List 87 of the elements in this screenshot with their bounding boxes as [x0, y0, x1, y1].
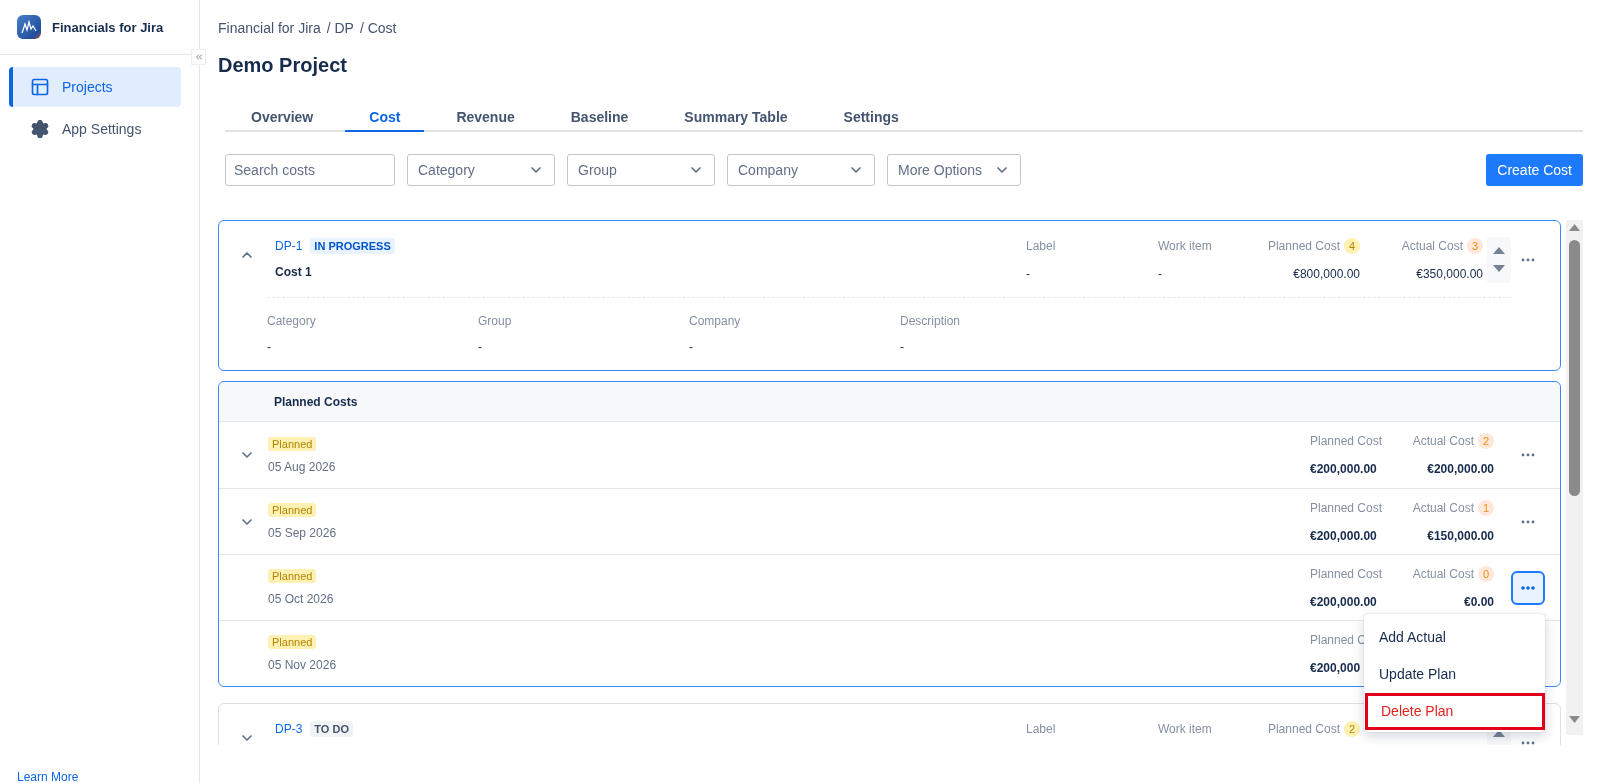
- planned-cost-value: €200,000.00: [1310, 527, 1377, 545]
- column-label: Planned Cost: [1267, 722, 1340, 736]
- page-title: Demo Project: [218, 53, 348, 78]
- column-label: Actual Cost: [1412, 566, 1474, 581]
- search-field[interactable]: Search costs: [225, 154, 395, 186]
- work-item-value: -: [1158, 266, 1162, 283]
- app-logo: [17, 15, 41, 39]
- learn-more-link[interactable]: Learn More: [0, 770, 79, 783]
- count-badge: 3: [1467, 238, 1483, 254]
- status-lozenge: IN PROGRESS: [310, 238, 395, 254]
- count-badge: 2: [1344, 721, 1360, 737]
- more-actions-button[interactable]: [1511, 570, 1545, 605]
- column-label: Label: [1026, 238, 1056, 255]
- detail-value: -: [689, 339, 694, 356]
- more-icon: [1521, 258, 1535, 262]
- status-tag: Planned: [268, 569, 317, 583]
- plan-date: 05 Aug 2026: [268, 459, 337, 474]
- plan-date: 05 Nov 2026: [268, 658, 338, 672]
- settings-icon: [30, 119, 50, 139]
- count-badge: 4: [1344, 238, 1360, 254]
- label-value: -: [1026, 266, 1030, 283]
- count-badge: 1: [1478, 499, 1494, 516]
- column-label: Work item: [1158, 238, 1212, 255]
- tab[interactable]: Summary Table: [660, 102, 812, 132]
- actual-cost-value: €350,000.00: [1416, 266, 1483, 283]
- count-badge: 0: [1478, 565, 1494, 582]
- cost-name: Cost 1: [275, 265, 313, 279]
- detail-value: -: [478, 339, 483, 356]
- actual-cost-value: €200,000.00: [1427, 461, 1494, 478]
- status-lozenge: TO DO: [310, 721, 353, 737]
- detail-label: Company: [689, 313, 742, 330]
- menu-item[interactable]: Update Plan: [1364, 655, 1545, 693]
- menu-item[interactable]: Delete Plan: [1365, 692, 1545, 730]
- breadcrumb-link[interactable]: Financial for Jira: [218, 18, 321, 38]
- column-label: Actual Cost: [1401, 239, 1463, 253]
- detail-label: Category: [267, 313, 317, 330]
- column-label: Planned Cost: [1310, 433, 1383, 450]
- issue-key-link[interactable]: DP-1: [275, 239, 303, 253]
- tab[interactable]: Settings: [819, 102, 923, 132]
- tab[interactable]: Baseline: [546, 102, 653, 132]
- filter-dropdown[interactable]: Company: [727, 154, 875, 186]
- count-badge: 2: [1478, 433, 1494, 449]
- reorder-arrows-icon[interactable]: [1487, 237, 1511, 283]
- column-label: Actual Cost: [1412, 434, 1474, 448]
- plan-date: 05 Oct 2026: [268, 592, 335, 606]
- filter-dropdown[interactable]: Category: [407, 154, 555, 186]
- filter-dropdown[interactable]: Group: [567, 154, 715, 186]
- planned-cost-value: €800,000.00: [1293, 266, 1360, 283]
- filter-dropdown[interactable]: More Options: [887, 154, 1021, 186]
- detail-label: Group: [478, 313, 513, 330]
- more-icon: [1521, 519, 1535, 524]
- scrollbar-drawing[interactable]: [1566, 220, 1583, 735]
- panel-heading: Planned Costs: [219, 382, 1560, 422]
- column-label: Work item: [1158, 721, 1212, 738]
- actual-cost-value: €150,000.00: [1427, 527, 1494, 545]
- status-tag: Planned: [268, 635, 317, 649]
- planned-cost-value: €200,000: [1310, 659, 1361, 677]
- detail-label: Description: [900, 313, 962, 330]
- planned-cost-value: €200,000.00: [1310, 461, 1377, 478]
- issue-key-link[interactable]: DP-3: [275, 722, 303, 736]
- menu-item[interactable]: Add Actual: [1364, 618, 1545, 656]
- actual-cost-value: €0.00: [1463, 593, 1494, 611]
- layout-icon: [30, 77, 50, 97]
- sidebar-item[interactable]: App Settings: [9, 109, 181, 149]
- sidebar-item[interactable]: Projects: [9, 67, 181, 107]
- column-label: Actual Cost: [1412, 500, 1474, 515]
- detail-value: -: [900, 339, 905, 356]
- plan-date: 05 Sep 2026: [268, 526, 338, 540]
- double-chevron-icon: [193, 52, 204, 62]
- tab[interactable]: Revenue: [432, 102, 539, 132]
- column-label: Planned Cost: [1267, 239, 1340, 253]
- detail-value: -: [267, 339, 272, 356]
- column-label: Label: [1026, 721, 1056, 738]
- breadcrumb-link[interactable]: / Cost: [359, 18, 397, 38]
- tab[interactable]: Cost: [345, 102, 425, 132]
- column-label: Planned Cost: [1310, 565, 1383, 583]
- app-name: Financials for Jira: [52, 19, 164, 35]
- more-icon: [1521, 741, 1535, 745]
- tab[interactable]: Overview: [227, 102, 338, 132]
- status-tag: Planned: [268, 436, 317, 451]
- column-label: Planned Cost: [1310, 499, 1383, 517]
- more-icon: [1521, 453, 1535, 457]
- breadcrumb-link[interactable]: / DP: [326, 18, 354, 38]
- more-icon: [1521, 585, 1535, 590]
- planned-cost-value: €200,000.00: [1310, 593, 1377, 611]
- status-tag: Planned: [268, 503, 317, 517]
- create-cost-button[interactable]: Create Cost: [1486, 154, 1583, 186]
